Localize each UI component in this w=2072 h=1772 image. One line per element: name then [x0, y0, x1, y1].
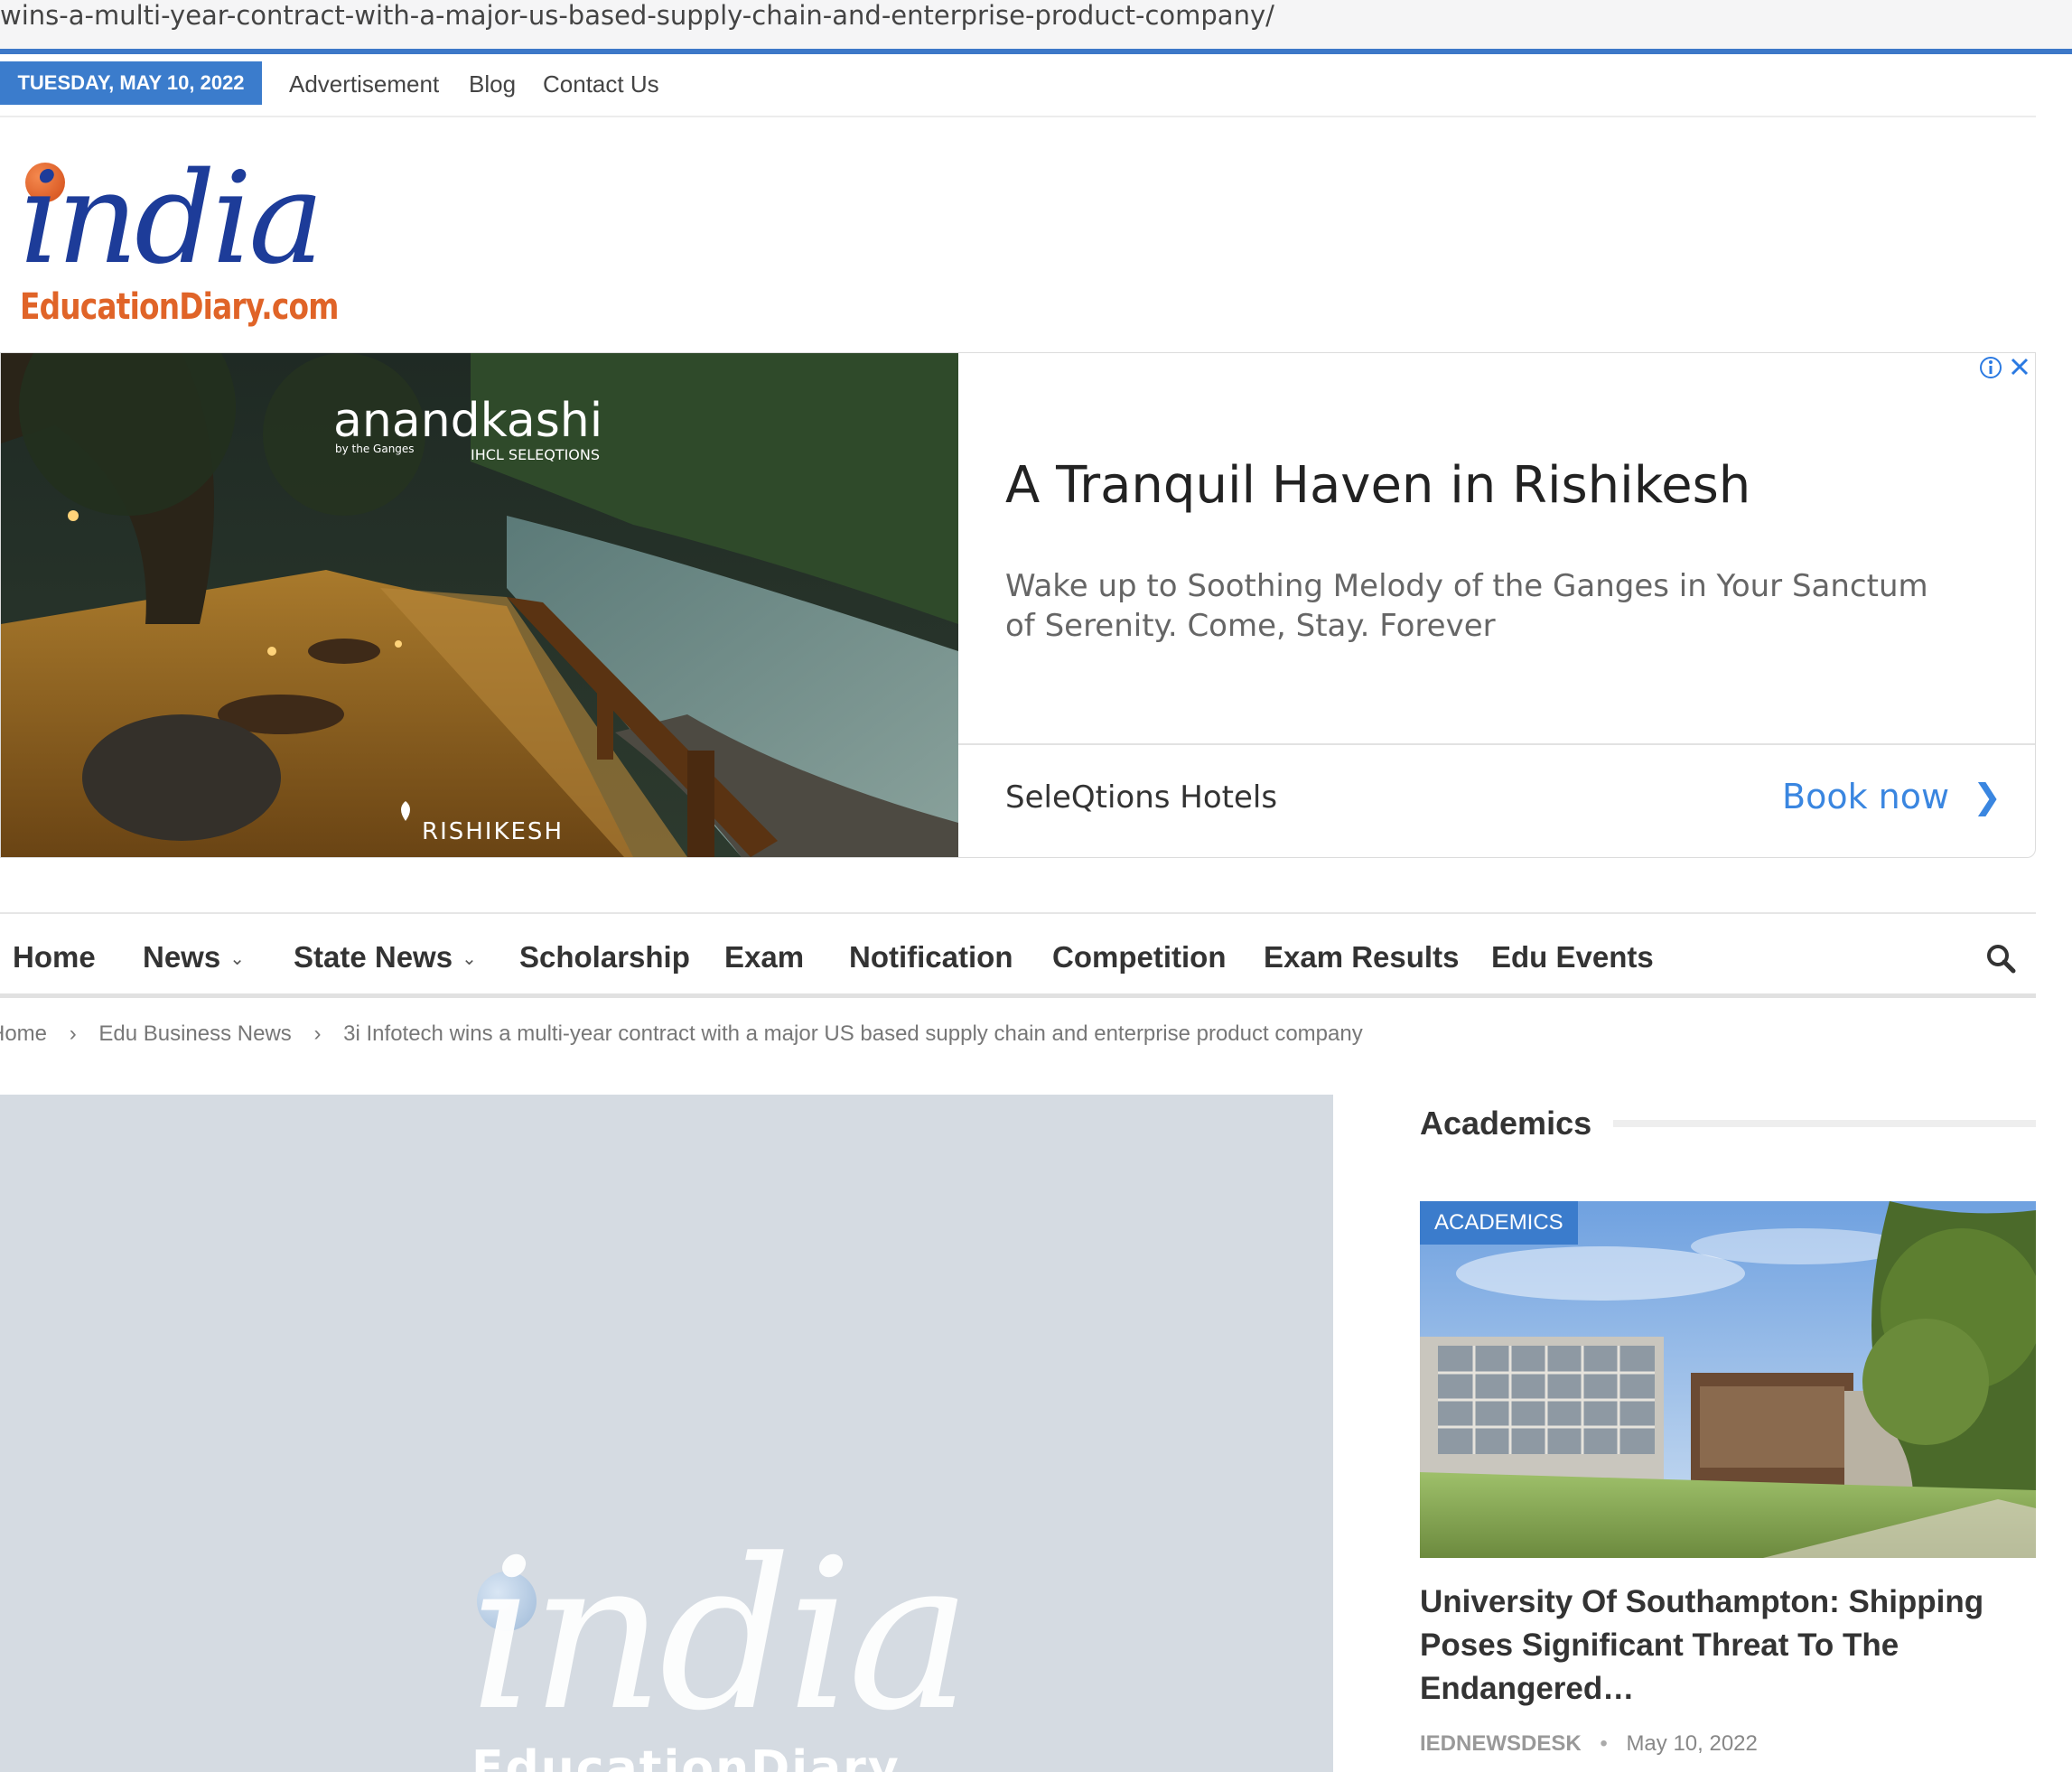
sidebar-card-title[interactable]: University Of Southampton: Shipping Pose… [1420, 1581, 2016, 1711]
ad-controls [1978, 354, 2032, 386]
site-logo[interactable]: india EducationDiary.com [20, 145, 339, 341]
top-link-blog[interactable]: Blog [469, 69, 516, 99]
breadcrumb: Home › Edu Business News › 3i Infotech w… [0, 1019, 1363, 1049]
ad-image-partner: IHCL SELEQTIONS [471, 446, 600, 463]
watermark-main: india [470, 1516, 972, 1757]
book-now-label: Book now [1782, 777, 1950, 816]
nav-edu-events[interactable]: Edu Events [1491, 937, 1654, 977]
sidebar-card-meta: IEDNEWSDESK • May 10, 2022 [1420, 1729, 1758, 1759]
author-name[interactable]: IEDNEWSDESK [1420, 1731, 1582, 1756]
breadcrumb-home[interactable]: Home [0, 1021, 47, 1046]
category-badge[interactable]: ACADEMICS [1420, 1201, 1578, 1245]
nav-state-news-label: State News [294, 940, 453, 974]
ad-image-brand: anandkashi [333, 394, 602, 448]
nav-state-news[interactable]: State News ⌄ [294, 937, 477, 979]
chevron-down-icon: ⌄ [229, 949, 245, 970]
page-load-bar [0, 49, 2072, 54]
meta-separator: • [1600, 1731, 1608, 1756]
sidebar-heading-rule [1613, 1120, 2036, 1127]
nav-exam-results[interactable]: Exam Results [1264, 937, 1459, 977]
ad-image-tagline: by the Ganges [335, 443, 415, 455]
page: wins-a-multi-year-contract-with-a-major-… [0, 0, 2072, 1772]
chevron-right-icon: ❯ [1973, 777, 2002, 816]
watermark-sub: EducationDiary [471, 1741, 901, 1772]
chevron-right-icon: › [69, 1021, 77, 1046]
nav-exam[interactable]: Exam [724, 937, 804, 977]
featured-image: india EducationDiary [0, 1095, 1333, 1772]
sidebar-heading: Academics [1420, 1105, 1592, 1142]
address-bar[interactable]: wins-a-multi-year-contract-with-a-major-… [0, 0, 2072, 49]
logo-sub-text: EducationDiary.com [20, 286, 339, 328]
nav-news-label: News [143, 940, 221, 974]
ad-image-scene: anandkashi by the Ganges IHCL SELEQTIONS… [1, 353, 958, 857]
nav-bottom-border [0, 993, 2036, 998]
nav-notification[interactable]: Notification [849, 937, 1013, 977]
sidebar-card-image[interactable] [1420, 1201, 2036, 1558]
nav-home[interactable]: Home [13, 937, 96, 977]
chevron-down-icon: ⌄ [462, 949, 477, 970]
ad-image[interactable]: anandkashi by the Ganges IHCL SELEQTIONS… [1, 353, 958, 857]
ad-banner[interactable]: anandkashi by the Ganges IHCL SELEQTIONS… [0, 352, 2036, 858]
breadcrumb-edu-business-news[interactable]: Edu Business News [98, 1021, 291, 1046]
nav-competition[interactable]: Competition [1052, 937, 1226, 977]
ad-advertiser[interactable]: SeleQtions Hotels [1005, 778, 1277, 817]
ad-image-location: RISHIKESH [422, 818, 564, 845]
ad-divider [958, 743, 2035, 745]
chevron-right-icon: › [313, 1021, 322, 1046]
nav-top-border [0, 912, 2036, 914]
url-text[interactable]: wins-a-multi-year-contract-with-a-major-… [0, 0, 1274, 31]
date-badge: TUESDAY, MAY 10, 2022 [0, 61, 262, 105]
topbar-divider [0, 116, 2036, 117]
publish-date: May 10, 2022 [1626, 1731, 1758, 1756]
book-now-button[interactable]: Book now ❯ [1782, 774, 2002, 819]
ad-description: Wake up to Soothing Melody of the Ganges… [1005, 568, 1928, 644]
search-icon[interactable] [1983, 941, 2020, 977]
logo-main-text: india [20, 145, 324, 293]
top-link-contact-us[interactable]: Contact Us [543, 69, 659, 99]
ad-info-icon[interactable] [1980, 357, 2002, 378]
nav-scholarship[interactable]: Scholarship [519, 937, 690, 977]
ad-title[interactable]: A Tranquil Haven in Rishikesh [1005, 454, 1750, 518]
campus-image [1420, 1201, 2036, 1558]
nav-news[interactable]: News ⌄ [143, 937, 245, 979]
ad-close-icon[interactable] [2011, 358, 2029, 376]
top-link-advertisement[interactable]: Advertisement [289, 69, 439, 99]
breadcrumb-current: 3i Infotech wins a multi-year contract w… [343, 1021, 1363, 1046]
